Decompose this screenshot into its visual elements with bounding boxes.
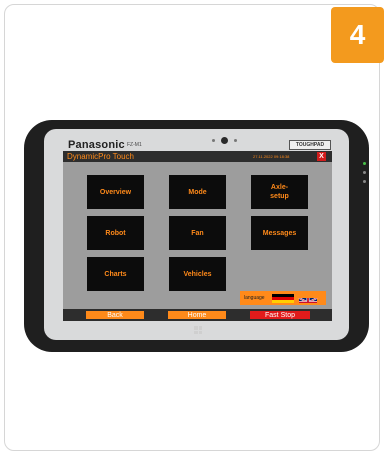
sensor-dot <box>211 138 215 142</box>
title-bar: DynamicPro Touch 27.11.2022 09:18:38 X <box>63 151 332 162</box>
windows-pane <box>194 330 198 334</box>
language-label: language <box>244 295 265 301</box>
language-selector: language <box>240 291 326 305</box>
tile-vehicles[interactable]: Vehicles <box>169 257 226 291</box>
windows-pane <box>194 326 198 330</box>
tile-robot[interactable]: Robot <box>87 216 144 250</box>
windows-pane <box>198 330 202 334</box>
brand-logo: Panasonic <box>68 139 125 151</box>
tile-fan[interactable]: Fan <box>169 216 226 250</box>
battery-led <box>363 171 366 174</box>
german-flag-icon[interactable] <box>272 294 294 303</box>
datetime-label: 27.11.2022 09:18:38 <box>253 154 290 159</box>
power-led <box>363 162 366 165</box>
sensor-dot <box>233 138 237 142</box>
status-leds <box>363 162 366 183</box>
back-button[interactable]: Back <box>86 311 144 319</box>
model-label: FZ-M1 <box>127 142 142 148</box>
close-button[interactable]: X <box>317 152 326 161</box>
bottom-nav-bar: Back Home Fast Stop <box>63 309 332 321</box>
step-number-badge: 4 <box>331 7 384 63</box>
uk-flag-graphic <box>298 297 318 303</box>
uk-flag-icon[interactable] <box>297 294 319 303</box>
fast-stop-button[interactable]: Fast Stop <box>250 311 310 319</box>
front-camera <box>204 134 244 146</box>
windows-logo-icon[interactable] <box>194 326 202 334</box>
network-led <box>363 180 366 183</box>
tile-mode[interactable]: Mode <box>169 175 226 209</box>
tile-charts[interactable]: Charts <box>87 257 144 291</box>
tile-overview[interactable]: Overview <box>87 175 144 209</box>
toughpad-logo: TOUGHPAD <box>289 140 331 150</box>
camera-lens-icon <box>220 136 228 144</box>
home-button[interactable]: Home <box>168 311 226 319</box>
tile-messages[interactable]: Messages <box>251 216 308 250</box>
app-screen: DynamicPro Touch 27.11.2022 09:18:38 X O… <box>63 151 332 321</box>
windows-pane <box>198 326 202 330</box>
app-title: DynamicPro Touch <box>67 152 134 161</box>
tile-axle-setup[interactable]: Axle- setup <box>251 175 308 209</box>
